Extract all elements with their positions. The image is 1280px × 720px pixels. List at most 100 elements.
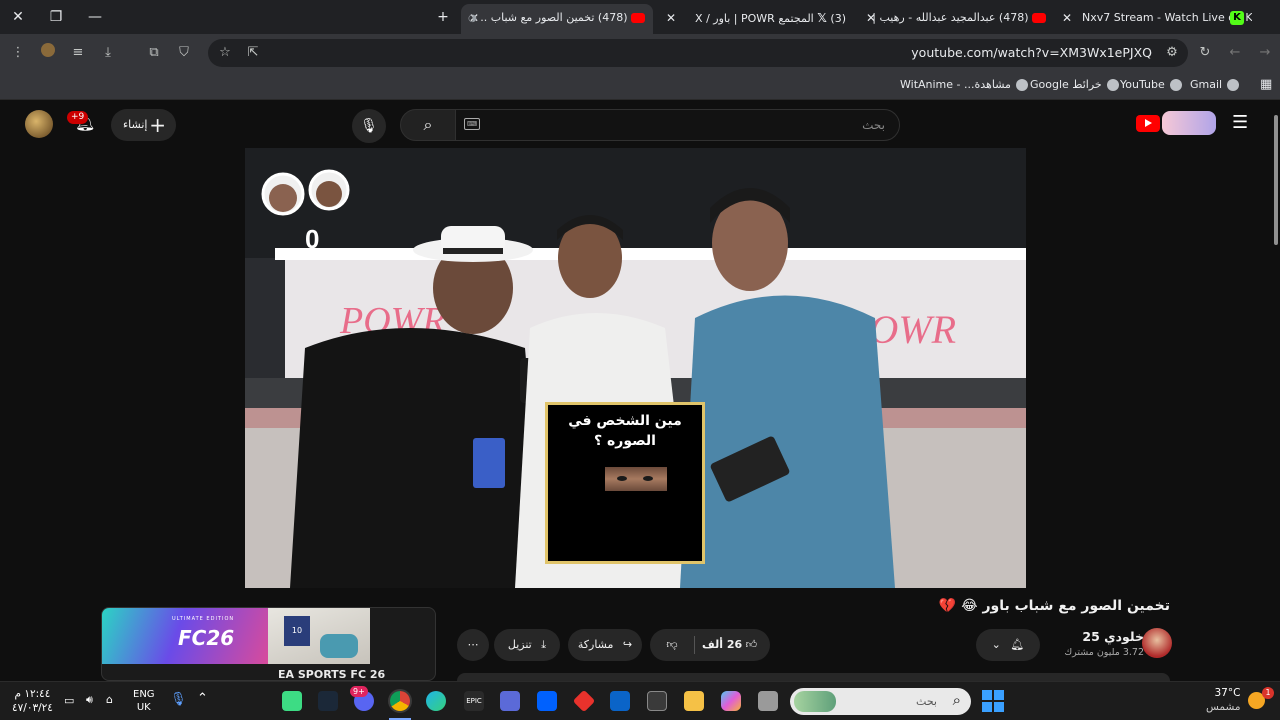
search-input[interactable]: ⌨ بحث xyxy=(455,109,900,141)
steam-icon[interactable] xyxy=(318,691,338,711)
share-arrow-icon: ↪ xyxy=(622,638,633,651)
hamburger-menu-icon[interactable]: ☰ xyxy=(1232,112,1248,133)
git-icon[interactable] xyxy=(572,689,596,713)
download-icon[interactable]: ⤓ xyxy=(98,43,118,63)
reload-icon[interactable]: ↻ xyxy=(1195,43,1215,63)
ad-card[interactable]: ULTIMATE EDITION FC26 10 EA SPORTS FC 26 xyxy=(101,607,436,681)
bookmark-google-maps[interactable]: خرائط Google xyxy=(1030,72,1119,98)
menu-dots-icon[interactable]: ⋮ xyxy=(8,43,28,63)
like-button[interactable]: 👍︎ 26 ألف xyxy=(702,629,757,661)
weather-widget[interactable]: 37°C مشمس xyxy=(1206,686,1240,714)
browser-toolbar: ⋮ ≡ ⤓ ⧉ ⛉ ☆ ⇱ youtube.com/watch?v=XM3Wx1… xyxy=(0,34,1280,72)
more-actions-button[interactable]: ⋯ xyxy=(457,629,489,661)
address-bar[interactable]: ☆ ⇱ youtube.com/watch?v=XM3Wx1ePJXQ ⚙ xyxy=(208,39,1188,67)
tab-close-icon[interactable]: ✕ xyxy=(1062,5,1072,31)
notification-count-badge: +9 xyxy=(67,111,89,124)
outlook-icon[interactable] xyxy=(610,691,630,711)
shield-icon[interactable]: ⛉ xyxy=(174,43,194,63)
tab-youtube-song[interactable]: ✕ (478) عبدالمجيد عبدالله - رهيب | xyxy=(862,5,1052,31)
minimize-window-icon[interactable]: — xyxy=(85,7,105,27)
thumbs-down-icon: 👎︎ xyxy=(666,638,678,651)
microphone-icon[interactable]: 🎙︎ xyxy=(170,692,187,707)
bell-icon: 🔔︎ xyxy=(1010,638,1025,651)
download-button[interactable]: ⤓ تنزيل xyxy=(494,629,560,661)
show-hidden-icons-chevron-icon[interactable]: ⌃ xyxy=(197,691,208,706)
bookmark-star-icon[interactable]: ☆ xyxy=(215,43,235,63)
tab-close-icon[interactable]: ✕ xyxy=(666,5,676,31)
download-icon: ⤓ xyxy=(541,638,547,651)
account-avatar[interactable] xyxy=(25,110,53,138)
tab-youtube-current[interactable]: ✕ (478) تخمين الصور مع شباب .. ◑ xyxy=(461,4,653,34)
send-to-device-icon[interactable]: ⇱ xyxy=(243,43,263,63)
channel-avatar[interactable] xyxy=(1142,628,1172,658)
extensions-icon[interactable]: ⧉ xyxy=(144,43,164,63)
kick-icon: K xyxy=(1230,11,1244,25)
youtube-icon xyxy=(1032,13,1046,23)
ad-title: EA SPORTS FC 26 xyxy=(278,668,386,681)
bookmarks-bar: مشاهدة... - WitAnime خرائط Google YouTub… xyxy=(0,72,1280,100)
back-arrow-icon[interactable]: ← xyxy=(1225,43,1245,63)
youtube-logo[interactable] xyxy=(1136,115,1160,132)
channel-name[interactable]: خلودي 25 xyxy=(1064,629,1144,644)
start-windows-icon[interactable] xyxy=(982,690,1004,712)
teams-icon[interactable] xyxy=(500,691,520,711)
search-icon[interactable]: ⌕ xyxy=(400,109,456,141)
scrollbar-thumb[interactable] xyxy=(1274,115,1278,245)
site-settings-icon[interactable]: ⚙ xyxy=(1162,43,1182,63)
youtube-header: 🔔︎ +9 إنشاء + 🎙︎ ⌕ ⌨ بحث ☰ xyxy=(0,101,1272,147)
language-indicator[interactable]: ENG UK xyxy=(133,688,155,714)
video-title: تخمين الصور مع شباب باور 😂 💔 xyxy=(938,598,1170,614)
audio-icon: ◑ xyxy=(468,13,477,24)
taskbar-search-input[interactable]: بحث ⌕ xyxy=(790,688,971,715)
close-window-icon[interactable]: ✕ xyxy=(8,7,28,27)
globe-icon xyxy=(1169,79,1182,91)
more-dots-icon: ⋯ xyxy=(467,638,479,651)
video-player[interactable]: POWR POWR 0 مين الشخص في الصوره ؟ xyxy=(245,148,1026,588)
globe-icon xyxy=(1106,79,1119,91)
task-view-icon[interactable] xyxy=(758,691,778,711)
bookmark-witanime[interactable]: مشاهدة... - WitAnime xyxy=(900,72,1028,98)
tab-youtube-current-title: (478) تخمين الصور مع شباب .. ◑ xyxy=(468,4,645,33)
volume-icon[interactable]: 🔊︎ xyxy=(86,693,93,707)
tab-kick-stream[interactable]: ✕ Nxv7 Stream - Watch Live on Ki K xyxy=(1062,5,1252,31)
voice-search-mic-icon[interactable]: 🎙︎ xyxy=(352,109,386,143)
share-button[interactable]: ↪ مشاركة xyxy=(568,629,642,661)
chrome-icon[interactable] xyxy=(390,691,410,711)
caption-card: مين الشخص في الصوره ؟ xyxy=(545,402,705,564)
youtube-doodle-logo[interactable] xyxy=(1162,111,1216,135)
profile-avatar[interactable] xyxy=(38,43,58,63)
edge-icon[interactable] xyxy=(426,691,446,711)
clock[interactable]: ١٢:٤٤ م ٤٧/٠٣/٢٤ xyxy=(12,687,53,715)
store-icon[interactable] xyxy=(647,691,667,711)
like-dislike-group: 👎︎ 👍︎ 26 ألف xyxy=(650,629,770,661)
reading-list-icon[interactable]: ≡ xyxy=(68,43,88,63)
android-app-icon[interactable] xyxy=(282,691,302,711)
bookmark-youtube[interactable]: YouTube xyxy=(1120,72,1182,98)
page-scrollbar[interactable] xyxy=(1272,101,1280,681)
epic-games-icon[interactable]: EPIC xyxy=(464,691,484,711)
apps-grid-icon[interactable]: ▦ xyxy=(1260,72,1272,98)
tab-x-powr[interactable]: ✕ 𝕏 (3) المجتمع POWR | باور / X xyxy=(662,5,852,31)
battery-icon[interactable]: ▭ xyxy=(64,694,74,707)
description-box[interactable] xyxy=(457,673,1170,681)
copilot-icon[interactable] xyxy=(721,691,741,711)
restore-window-icon[interactable]: ❐ xyxy=(46,7,66,27)
subscription-bell-button[interactable]: 🔔︎ ⌄ xyxy=(976,629,1040,661)
forward-arrow-icon[interactable]: → xyxy=(1255,43,1275,63)
search-icon: ⌕ xyxy=(952,691,961,709)
keyboard-icon[interactable]: ⌨ xyxy=(464,118,480,130)
chevron-down-icon: ⌄ xyxy=(991,638,1001,651)
create-button[interactable]: إنشاء + xyxy=(111,109,176,141)
network-icon[interactable]: ⌂ xyxy=(106,693,113,706)
caption-line: الصوره ؟ xyxy=(594,433,656,449)
file-explorer-icon[interactable] xyxy=(684,691,704,711)
globe-icon xyxy=(1015,79,1028,91)
dislike-button[interactable]: 👎︎ xyxy=(650,629,694,661)
dropbox-icon[interactable] xyxy=(537,691,557,711)
new-tab-icon[interactable]: + xyxy=(433,7,453,27)
ad-banner-image: ULTIMATE EDITION FC26 xyxy=(102,608,268,664)
windows-taskbar: ١٢:٤٤ م ٤٧/٠٣/٢٤ ▭ 🔊︎ ⌂ ENG UK 🎙︎ ⌃ 9+ E… xyxy=(0,681,1280,720)
bookmark-gmail[interactable]: Gmail xyxy=(1190,72,1240,98)
youtube-icon xyxy=(631,13,645,23)
search-highlight-image xyxy=(794,691,836,712)
